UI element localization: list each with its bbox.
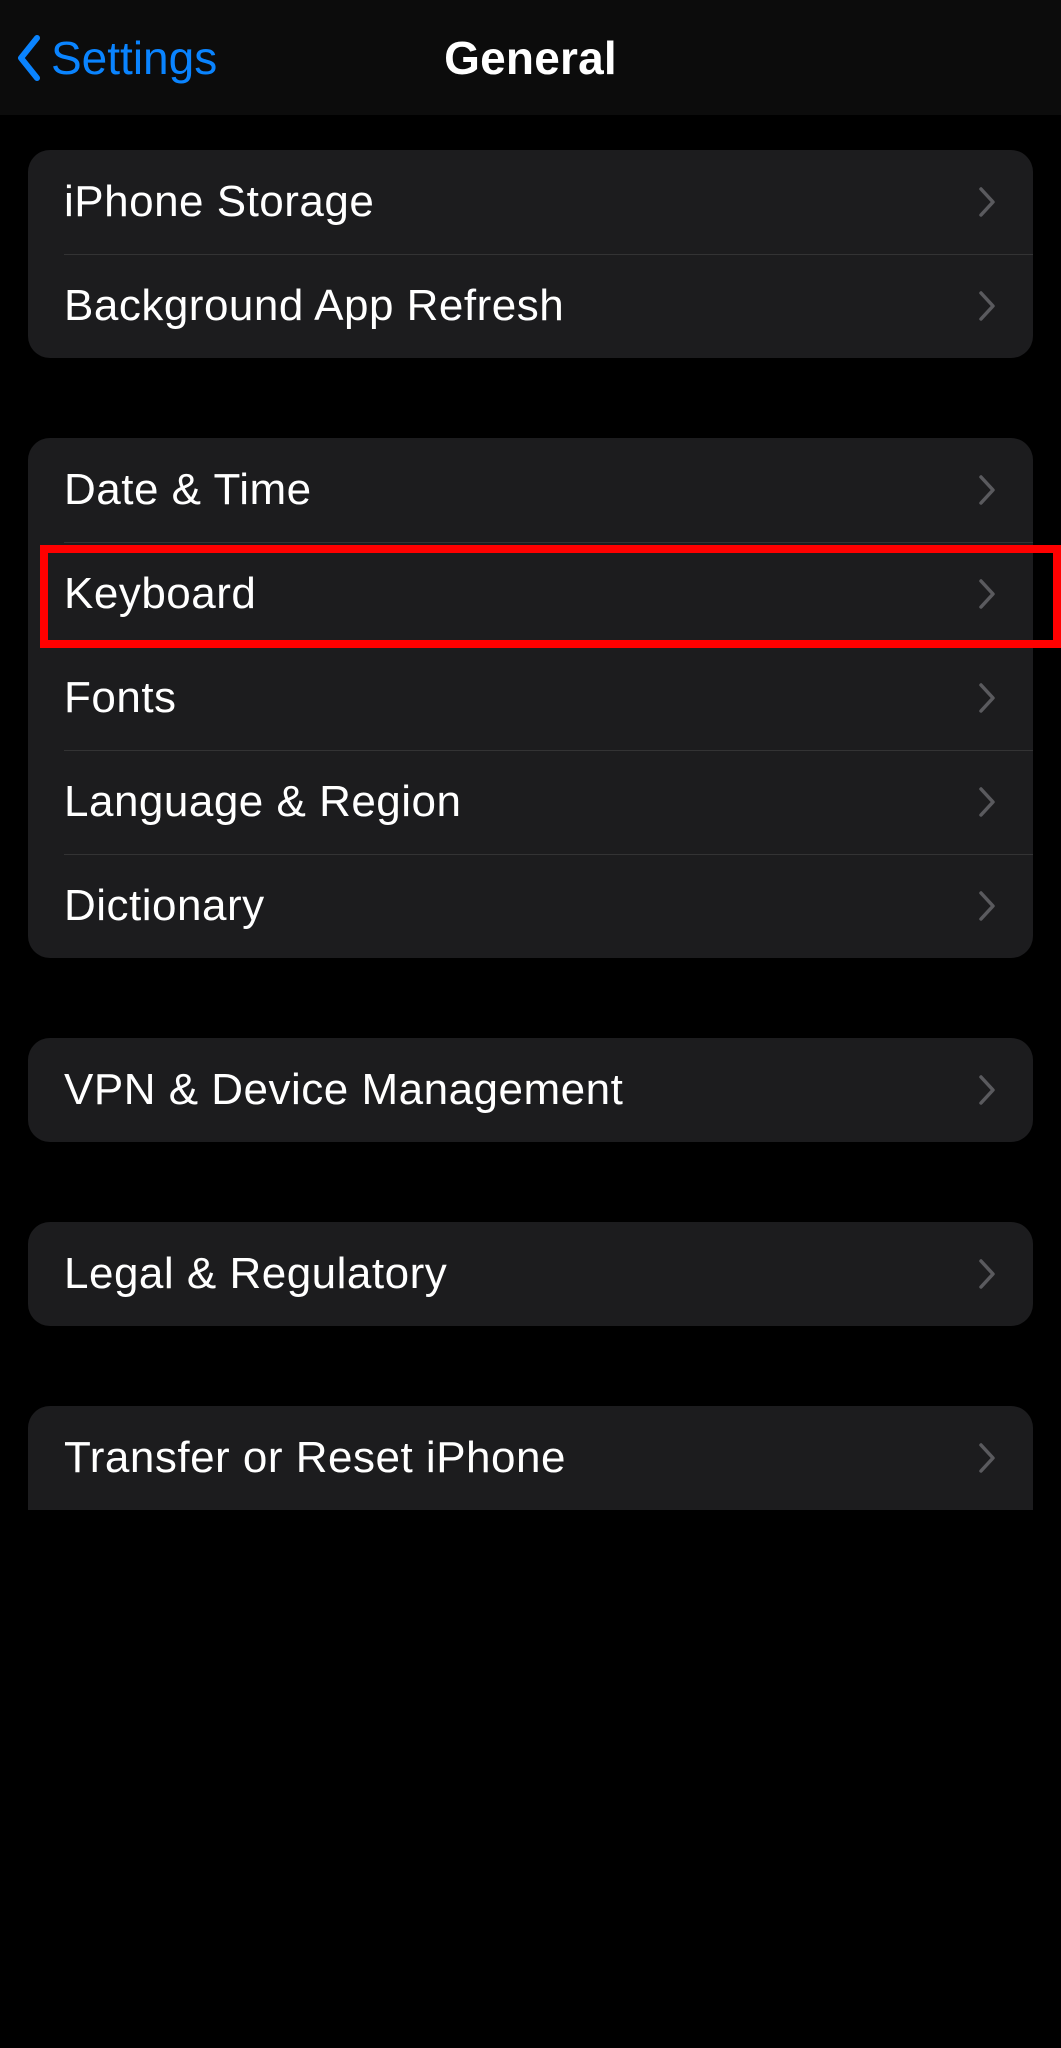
- chevron-right-icon: [977, 1441, 997, 1475]
- row-keyboard[interactable]: Keyboard: [28, 542, 1033, 646]
- row-transfer-reset[interactable]: Transfer or Reset iPhone: [28, 1406, 1033, 1510]
- row-label: Transfer or Reset iPhone: [64, 1433, 566, 1483]
- row-label: Background App Refresh: [64, 281, 564, 331]
- chevron-right-icon: [977, 889, 997, 923]
- row-label: Keyboard: [64, 569, 256, 619]
- chevron-right-icon: [977, 185, 997, 219]
- chevron-right-icon: [977, 1257, 997, 1291]
- back-label: Settings: [51, 31, 217, 85]
- row-label: VPN & Device Management: [64, 1065, 623, 1115]
- row-iphone-storage[interactable]: iPhone Storage: [28, 150, 1033, 254]
- row-label: Fonts: [64, 673, 177, 723]
- row-language-region[interactable]: Language & Region: [28, 750, 1033, 854]
- group-storage-refresh: iPhone Storage Background App Refresh: [28, 150, 1033, 358]
- row-label: iPhone Storage: [64, 177, 374, 227]
- group-vpn: VPN & Device Management: [28, 1038, 1033, 1142]
- group-input-locale: Date & Time Keyboard Fonts Language & Re…: [28, 438, 1033, 958]
- row-dictionary[interactable]: Dictionary: [28, 854, 1033, 958]
- settings-general-screen: Settings General iPhone Storage Backgrou…: [0, 0, 1061, 2048]
- row-background-app-refresh[interactable]: Background App Refresh: [28, 254, 1033, 358]
- row-date-time[interactable]: Date & Time: [28, 438, 1033, 542]
- chevron-right-icon: [977, 577, 997, 611]
- back-button[interactable]: Settings: [15, 0, 217, 115]
- content: iPhone Storage Background App Refresh Da…: [0, 115, 1061, 1510]
- row-label: Language & Region: [64, 777, 462, 827]
- chevron-right-icon: [977, 785, 997, 819]
- chevron-right-icon: [977, 681, 997, 715]
- group-legal: Legal & Regulatory: [28, 1222, 1033, 1326]
- chevron-right-icon: [977, 1073, 997, 1107]
- row-label: Dictionary: [64, 881, 265, 931]
- chevron-left-icon: [15, 34, 45, 82]
- row-legal-regulatory[interactable]: Legal & Regulatory: [28, 1222, 1033, 1326]
- row-fonts[interactable]: Fonts: [28, 646, 1033, 750]
- chevron-right-icon: [977, 289, 997, 323]
- navbar: Settings General: [0, 0, 1061, 115]
- row-label: Legal & Regulatory: [64, 1249, 447, 1299]
- row-label: Date & Time: [64, 465, 312, 515]
- chevron-right-icon: [977, 473, 997, 507]
- group-reset: Transfer or Reset iPhone: [28, 1406, 1033, 1510]
- navbar-title: General: [444, 31, 617, 85]
- row-vpn-device-management[interactable]: VPN & Device Management: [28, 1038, 1033, 1142]
